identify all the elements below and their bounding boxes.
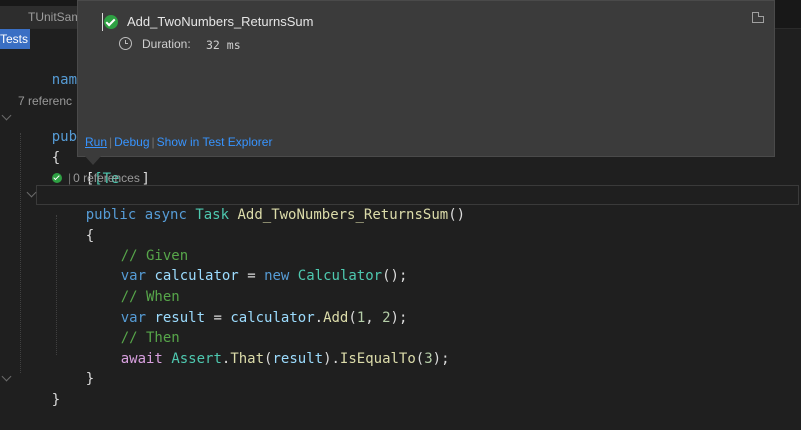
popup-pointer xyxy=(84,155,102,165)
punctuation: (); xyxy=(382,268,408,284)
test-passed-icon[interactable] xyxy=(52,173,62,183)
open-in-window-icon[interactable] xyxy=(752,12,764,23)
debug-link[interactable]: Debug xyxy=(114,135,149,149)
code-line: await Assert.That(result).IsEqualTo(3); xyxy=(87,329,450,367)
code-line: public async Task Add_TwoNumbers_Returns… xyxy=(52,185,465,223)
method-isequalto: IsEqualTo xyxy=(339,351,416,367)
keyword-await: await xyxy=(120,351,163,367)
punctuation: ); xyxy=(390,310,408,326)
tests-tab[interactable]: Tests xyxy=(0,29,31,49)
brace-close: } xyxy=(51,392,61,408)
test-passed-icon xyxy=(104,15,118,29)
fold-marker[interactable] xyxy=(26,187,37,198)
punctuation: ). xyxy=(323,351,340,367)
keyword-new: new xyxy=(264,268,290,284)
test-name: Add_TwoNumbers_ReturnsSum xyxy=(127,14,314,29)
punctuation: . xyxy=(314,310,324,326)
clock-icon xyxy=(119,37,132,50)
type-calculator: Calculator xyxy=(297,268,383,284)
method-that: That xyxy=(230,351,265,367)
variable-result: result xyxy=(272,351,324,367)
code-line: var result = calculator.Add(1, 2); xyxy=(87,288,408,326)
show-in-test-explorer-link[interactable]: Show in Test Explorer xyxy=(157,135,273,149)
code-line: // When xyxy=(87,267,180,305)
link-separator: | xyxy=(151,135,155,149)
number-literal: 2 xyxy=(382,310,391,326)
method-add: Add xyxy=(323,310,349,326)
code-line: var calculator = new Calculator(); xyxy=(87,246,408,284)
type-assert: Assert xyxy=(171,351,222,367)
type-task: Task xyxy=(195,207,230,223)
operator-assign: = xyxy=(247,268,256,284)
variable-calculator: calculator xyxy=(230,310,315,326)
keyword-async: async xyxy=(144,207,187,223)
codelens-method[interactable]: | 0 references xyxy=(52,170,140,186)
punctuation: , xyxy=(365,310,383,326)
fold-marker[interactable] xyxy=(1,371,12,382)
code-line: { xyxy=(52,206,94,244)
test-result-popup: Add_TwoNumbers_ReturnsSum Duration: 32 m… xyxy=(77,0,775,157)
popup-actions: Run | Debug | Show in Test Explorer xyxy=(85,134,272,150)
method-parens: () xyxy=(448,207,466,223)
fold-marker[interactable] xyxy=(1,110,12,121)
duration-value: 32 ms xyxy=(206,38,241,52)
punctuation: ( xyxy=(415,351,425,367)
code-line: { xyxy=(18,128,60,166)
punctuation: ); xyxy=(432,351,450,367)
brace-close: } xyxy=(85,371,95,387)
method-name: Add_TwoNumbers_ReturnsSum xyxy=(237,207,449,223)
operator-assign: = xyxy=(213,310,222,326)
code-line: } xyxy=(18,370,60,408)
link-separator: | xyxy=(109,135,113,149)
number-literal: 3 xyxy=(424,351,433,367)
codelens-separator: | xyxy=(68,171,72,185)
code-line: } xyxy=(52,349,94,387)
duration-label: Duration: xyxy=(142,37,191,51)
punctuation: ( xyxy=(348,310,357,326)
text-caret xyxy=(102,13,103,31)
run-link[interactable]: Run xyxy=(85,135,107,149)
number-literal: 1 xyxy=(356,310,366,326)
codelens-method-references[interactable]: 0 references xyxy=(73,171,140,185)
code-line: // Given xyxy=(87,226,188,264)
code-line: // Then xyxy=(87,308,180,346)
